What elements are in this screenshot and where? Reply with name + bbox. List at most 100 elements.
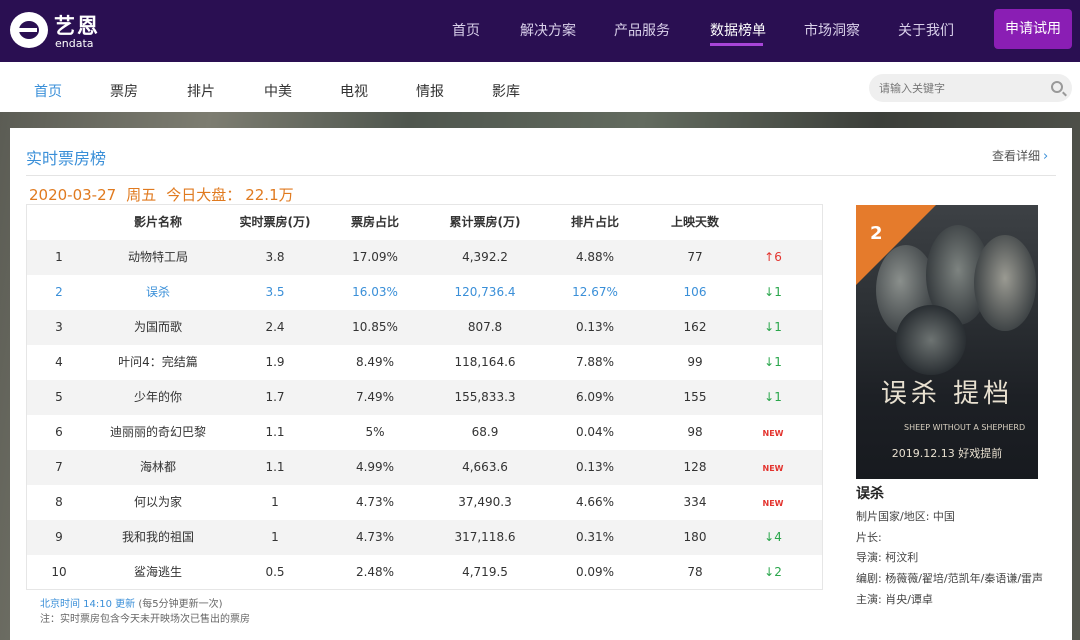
schedule-share-cell: 4.88% bbox=[575, 250, 615, 264]
release-days-cell: 106 bbox=[683, 285, 707, 299]
trend-cell: ↓2 bbox=[745, 555, 801, 590]
movie-name-cell[interactable]: 为国而歌 bbox=[91, 310, 225, 345]
boxoffice-share-cell: 5% bbox=[365, 425, 385, 439]
movie-name-cell[interactable]: 鲨海逃生 bbox=[91, 555, 225, 590]
nav-products[interactable]: 产品服务 bbox=[614, 20, 670, 40]
trend-cell: ↓1 bbox=[745, 275, 801, 310]
rank-change-value: 4 bbox=[774, 530, 782, 544]
table-row[interactable]: 8 何以为家 1 4.73% 37,490.3 4.66% 334 NEW bbox=[27, 485, 822, 520]
movie-cast: 主演: 肖央/谭卓 bbox=[856, 593, 933, 606]
poster-title-main: 误杀 bbox=[880, 379, 941, 409]
table-header: 影片名称 实时票房(万) 票房占比 累计票房(万) 排片占比 上映天数 bbox=[27, 205, 822, 240]
subnav-intel[interactable]: 情报 bbox=[416, 81, 444, 101]
view-detail-link[interactable]: 查看详细 › bbox=[992, 147, 1048, 164]
table-row[interactable]: 5 少年的你 1.7 7.49% 155,833.3 6.09% 155 ↓1 bbox=[27, 380, 822, 415]
view-detail-label[interactable]: 查看详细 bbox=[992, 149, 1040, 163]
subnav-home[interactable]: 首页 bbox=[34, 81, 62, 101]
poster-title: 误杀 提档 bbox=[856, 373, 1038, 410]
rank-change-value: 1 bbox=[774, 390, 782, 404]
subnav-boxoffice[interactable]: 票房 bbox=[110, 81, 138, 101]
movie-name-cell[interactable]: 迪丽丽的奇幻巴黎 bbox=[91, 415, 225, 450]
featured-movie-title[interactable]: 误杀 bbox=[856, 483, 884, 503]
movie-name-cell[interactable]: 动物特工局 bbox=[91, 240, 225, 275]
arrow-down-icon: ↓ bbox=[764, 285, 775, 299]
rank-cell: 10 bbox=[51, 565, 67, 579]
realtime-boxoffice-cell: 2.4 bbox=[265, 320, 285, 334]
rank-cell: 4 bbox=[55, 355, 63, 369]
poster-english-title: SHEEP WITHOUT A SHEPHERD bbox=[904, 423, 1026, 432]
movie-poster[interactable]: 2 误杀 提档 SHEEP WITHOUT A SHEPHERD 2019.12… bbox=[856, 205, 1038, 479]
movie-name-cell[interactable]: 叶问4：完结篇 bbox=[91, 345, 225, 380]
logo-en-text: endata bbox=[55, 37, 94, 50]
subnav-schedule[interactable]: 排片 bbox=[187, 81, 215, 101]
arrow-down-icon: ↓ bbox=[764, 530, 775, 544]
table-row[interactable]: 9 我和我的祖国 1 4.73% 317,118.6 0.31% 180 ↓4 bbox=[27, 520, 822, 555]
release-days-cell: 162 bbox=[683, 320, 707, 334]
arrow-down-icon: ↓ bbox=[764, 320, 775, 334]
movie-writers: 编剧: 杨薇薇/翟培/范凯年/秦语谦/雷声 bbox=[856, 572, 1044, 585]
schedule-share-cell: 0.31% bbox=[575, 530, 615, 544]
realtime-boxoffice-cell: 1 bbox=[271, 530, 279, 544]
total-boxoffice-cell: 120,736.4 bbox=[454, 285, 516, 299]
apply-trial-button[interactable]: 申请试用 bbox=[994, 9, 1072, 49]
total-boxoffice-cell: 317,118.6 bbox=[454, 530, 516, 544]
table-row[interactable]: 3 为国而歌 2.4 10.85% 807.8 0.13% 162 ↓1 bbox=[27, 310, 822, 345]
movie-name-cell[interactable]: 误杀 bbox=[91, 275, 225, 310]
boxoffice-share-cell: 17.09% bbox=[352, 250, 398, 264]
movie-name-cell[interactable]: 少年的你 bbox=[91, 380, 225, 415]
total-boxoffice-cell: 807.8 bbox=[467, 320, 503, 334]
panel-title: 实时票房榜 bbox=[26, 149, 107, 168]
nav-rankings[interactable]: 数据榜单 bbox=[710, 20, 766, 40]
table-row[interactable]: 7 海林都 1.1 4.99% 4,663.6 0.13% 128 NEW bbox=[27, 450, 822, 485]
endata-logo[interactable]: 艺恩 endata bbox=[10, 10, 112, 50]
nav-home[interactable]: 首页 bbox=[452, 20, 480, 40]
rank-cell: 5 bbox=[55, 390, 63, 404]
nav-insights[interactable]: 市场洞察 bbox=[804, 20, 860, 40]
table-row[interactable]: 4 叶问4：完结篇 1.9 8.49% 118,164.6 7.88% 99 ↓1 bbox=[27, 345, 822, 380]
chevron-right-icon[interactable]: › bbox=[1043, 149, 1048, 164]
table-row[interactable]: 2 误杀 3.5 16.03% 120,736.4 12.67% 106 ↓1 bbox=[27, 275, 822, 310]
schedule-share-cell: 7.88% bbox=[575, 355, 615, 369]
boxoffice-share-cell: 16.03% bbox=[352, 285, 398, 299]
nav-about[interactable]: 关于我们 bbox=[898, 20, 954, 40]
subnav-china-us[interactable]: 中美 bbox=[264, 81, 292, 101]
total-boxoffice-cell: 37,490.3 bbox=[458, 495, 512, 509]
release-days-cell: 77 bbox=[687, 250, 703, 264]
rank-cell: 7 bbox=[55, 460, 63, 474]
new-badge: NEW bbox=[762, 429, 784, 438]
movie-name-cell[interactable]: 何以为家 bbox=[91, 485, 225, 520]
realtime-boxoffice-cell: 1.1 bbox=[265, 425, 285, 439]
weekday: 周五 bbox=[126, 186, 157, 204]
poster-figure bbox=[896, 305, 966, 375]
table-row[interactable]: 10 鲨海逃生 0.5 2.48% 4,719.5 0.09% 78 ↓2 bbox=[27, 555, 822, 590]
top-navbar: 艺恩 endata 首页 解决方案 产品服务 数据榜单 市场洞察 关于我们 申请… bbox=[0, 0, 1080, 62]
movie-name-cell[interactable]: 海林都 bbox=[91, 450, 225, 485]
table-row[interactable]: 1 动物特工局 3.8 17.09% 4,392.2 4.88% 77 ↑6 bbox=[27, 240, 822, 275]
total-boxoffice-cell: 4,719.5 bbox=[462, 565, 508, 579]
release-days-cell: 155 bbox=[683, 390, 707, 404]
logo-mark-icon bbox=[10, 12, 48, 48]
subnav-library[interactable]: 影库 bbox=[492, 81, 520, 101]
subnav-tv[interactable]: 电视 bbox=[340, 81, 368, 101]
new-badge: NEW bbox=[762, 464, 784, 473]
movie-name-cell[interactable]: 我和我的祖国 bbox=[91, 520, 225, 555]
arrow-down-icon: ↓ bbox=[764, 565, 775, 579]
arrow-down-icon: ↓ bbox=[764, 390, 775, 404]
search-input[interactable] bbox=[879, 78, 1039, 98]
table-row[interactable]: 6 迪丽丽的奇幻巴黎 1.1 5% 68.9 0.04% 98 NEW bbox=[27, 415, 822, 450]
update-time: 北京时间 14:10 更新 (每5分钟更新一次) bbox=[40, 595, 223, 610]
trend-cell: ↓1 bbox=[745, 380, 801, 415]
release-days-cell: 128 bbox=[683, 460, 707, 474]
update-time-text: 北京时间 14:10 更新 bbox=[40, 599, 136, 610]
schedule-share-cell: 0.04% bbox=[575, 425, 615, 439]
boxoffice-share-cell: 4.99% bbox=[355, 460, 395, 474]
boxoffice-share-cell: 2.48% bbox=[355, 565, 395, 579]
header-share: 票房占比 bbox=[350, 215, 399, 229]
date: 2020-03-27 bbox=[29, 186, 117, 204]
nav-solutions[interactable]: 解决方案 bbox=[520, 20, 576, 40]
trend-cell: ↓1 bbox=[745, 345, 801, 380]
logo-cn-text: 艺恩 bbox=[54, 14, 100, 38]
search-icon[interactable] bbox=[1051, 81, 1063, 93]
search-box bbox=[869, 74, 1072, 102]
release-days-cell: 78 bbox=[687, 565, 703, 579]
